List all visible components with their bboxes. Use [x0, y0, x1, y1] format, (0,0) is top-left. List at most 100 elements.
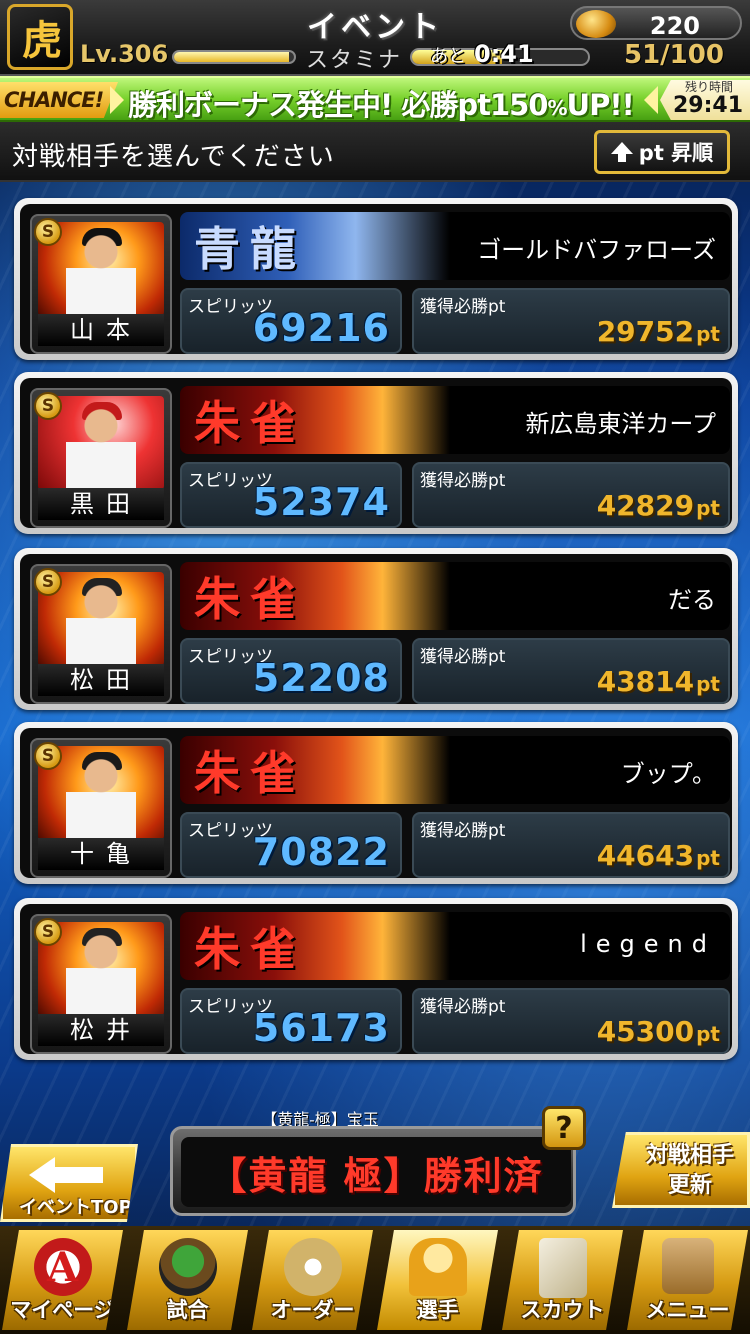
rarity-badge: S	[34, 392, 62, 420]
chevron-left-icon	[644, 86, 658, 114]
remaining-time-box: 残り時間 29:41	[660, 80, 750, 120]
player-name: 松井	[38, 1014, 164, 1046]
stadium-icon	[158, 1238, 217, 1296]
team-name: ゴールドバファローズ	[477, 236, 716, 264]
team-logo-mark: 虎	[22, 17, 62, 64]
tab-scout[interactable]: スカウト	[502, 1230, 623, 1330]
player-card[interactable]: S 黒田	[30, 388, 172, 528]
player-figure	[66, 582, 136, 666]
tab-players[interactable]: 選手	[377, 1230, 498, 1330]
crest-emblem: 青龍	[180, 212, 450, 280]
item-plate: 【黄龍 極】勝利済	[170, 1126, 576, 1216]
opponent-card[interactable]: S 松井 朱雀 legend スピリッツ 56173 獲得必勝pt 45300 p…	[14, 898, 738, 1060]
spirits-box: スピリッツ 52374	[180, 462, 402, 528]
team-name: legend	[580, 930, 716, 958]
player-icon	[408, 1238, 467, 1296]
crest-emblem: 朱雀	[180, 562, 450, 630]
page-title: イベント	[307, 10, 443, 45]
level-label: Lv.306	[80, 40, 169, 68]
stamina-value: 51/100	[624, 40, 724, 70]
crest-text: 朱雀	[194, 396, 306, 450]
tab-mypage[interactable]: A マイページ	[2, 1230, 123, 1330]
help-button[interactable]: ?	[542, 1106, 586, 1150]
mypage-icon: A	[33, 1238, 92, 1296]
exp-bar	[172, 50, 296, 64]
tab-order[interactable]: オーダー	[252, 1230, 373, 1330]
team-name: だる	[668, 586, 716, 614]
spirits-box: スピリッツ 52208	[180, 638, 402, 704]
tab-label: メニュー	[645, 1298, 730, 1322]
points-value: 42829 pt	[596, 489, 720, 522]
chevron-right-icon	[110, 86, 124, 114]
player-card[interactable]: S 松田	[30, 564, 172, 704]
refresh-label: 対戦相手 更新	[645, 1143, 734, 1198]
crest-text: 朱雀	[194, 572, 306, 626]
card-inner: S 山本 青龍 ゴールドバファローズ スピリッツ 69216 獲得必勝pt 29…	[20, 204, 732, 354]
player-figure	[66, 932, 136, 1016]
team-banner: 朱雀 だる	[180, 562, 730, 630]
team-banner: 朱雀 新広島東洋カープ	[180, 386, 730, 454]
arrow-up-icon	[610, 142, 633, 162]
bottom-tab-bar: A マイページ 試合 オーダー 選手 スカウト メニュー	[0, 1226, 750, 1334]
team-name: ブップ。	[620, 760, 716, 788]
team-banner: 青龍 ゴールドバファローズ	[180, 212, 730, 280]
scout-icon	[538, 1238, 587, 1298]
crest-emblem: 朱雀	[180, 386, 450, 454]
top-header: 虎 イベント 220 Lv.306 スタミナ あと 0:41 51/100	[0, 0, 750, 76]
opponent-card[interactable]: S 山本 青龍 ゴールドバファローズ スピリッツ 69216 獲得必勝pt 29…	[14, 198, 738, 360]
stamina-label: スタミナ	[306, 48, 403, 73]
item-name: 【黄龍 極】勝利済	[181, 1137, 571, 1207]
opponent-card[interactable]: S 黒田 朱雀 新広島東洋カープ スピリッツ 52374 獲得必勝pt 4282…	[14, 372, 738, 534]
bonus-message: 勝利ボーナス発生中! 必勝pt150%UP!!	[128, 88, 635, 122]
player-name: 十亀	[38, 838, 164, 870]
player-name: 山本	[38, 314, 164, 346]
points-value: 45300 pt	[596, 1015, 720, 1048]
spirits-box: スピリッツ 56173	[180, 988, 402, 1054]
card-inner: S 黒田 朱雀 新広島東洋カープ スピリッツ 52374 獲得必勝pt 4282…	[20, 378, 732, 528]
opponent-card[interactable]: S 松田 朱雀 だる スピリッツ 52208 獲得必勝pt 43814 pt	[14, 548, 738, 710]
spirits-value: 56173	[252, 1006, 390, 1050]
crest-emblem: 朱雀	[180, 736, 450, 804]
points-label: 獲得必勝pt	[420, 297, 506, 317]
points-value: 43814 pt	[596, 665, 720, 698]
coin-icon	[576, 10, 616, 38]
opponent-card[interactable]: S 十亀 朱雀 ブップ。 スピリッツ 70822 獲得必勝pt 44643 pt	[14, 722, 738, 884]
item-panel: 【黄龍-極】宝玉 【黄龍 極】勝利済 ?	[170, 1106, 586, 1218]
sort-button[interactable]: pt 昇順	[594, 130, 730, 174]
points-box: 獲得必勝pt 45300 pt	[412, 988, 730, 1054]
points-box: 獲得必勝pt 42829 pt	[412, 462, 730, 528]
player-card[interactable]: S 山本	[30, 214, 172, 354]
team-banner: 朱雀 ブップ。	[180, 736, 730, 804]
rarity-badge: S	[34, 568, 62, 596]
crest-text: 青龍	[194, 222, 306, 276]
player-name: 黒田	[38, 488, 164, 520]
order-icon	[283, 1238, 342, 1296]
crest-text: 朱雀	[194, 922, 306, 976]
tab-menu[interactable]: メニュー	[627, 1230, 748, 1330]
instruction-bar: 対戦相手を選んでください pt 昇順	[0, 122, 750, 182]
event-top-label: イベントTOP	[19, 1197, 132, 1218]
arrow-left-icon	[29, 1157, 55, 1193]
crest-emblem: 朱雀	[180, 912, 450, 980]
coin-count: 220	[649, 12, 700, 40]
tab-game[interactable]: 試合	[127, 1230, 248, 1330]
player-name: 松田	[38, 664, 164, 696]
player-card[interactable]: S 十亀	[30, 738, 172, 878]
team-logo[interactable]: 虎	[7, 4, 73, 70]
tab-label: マイページ	[10, 1298, 115, 1322]
event-top-button[interactable]: イベントTOP	[0, 1144, 138, 1222]
spirits-value: 69216	[252, 306, 390, 350]
spirits-value: 52374	[252, 480, 390, 524]
tab-label: 試合	[166, 1298, 209, 1322]
sort-label: pt 昇順	[638, 141, 714, 165]
player-card[interactable]: S 松井	[30, 914, 172, 1054]
menu-icon	[661, 1238, 714, 1294]
stamina-timer: あと 0:41	[430, 40, 534, 68]
rarity-badge: S	[34, 218, 62, 246]
points-box: 獲得必勝pt 43814 pt	[412, 638, 730, 704]
player-figure	[66, 232, 136, 316]
refresh-opponents-button[interactable]: 対戦相手 更新	[612, 1132, 750, 1208]
rarity-badge: S	[34, 918, 62, 946]
team-name: 新広島東洋カープ	[525, 410, 716, 438]
chance-banner[interactable]: CHANCE! 勝利ボーナス発生中! 必勝pt150%UP!! 残り時間 29:…	[0, 76, 750, 122]
